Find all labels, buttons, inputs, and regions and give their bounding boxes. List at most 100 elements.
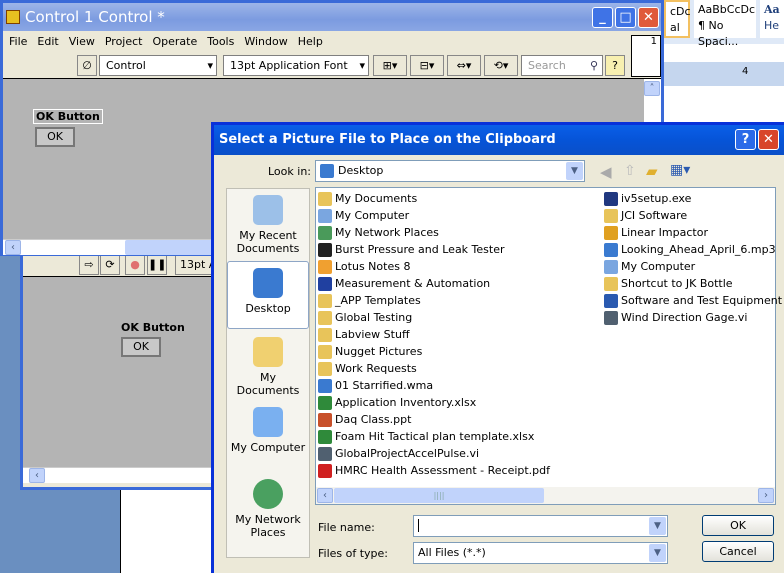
file-item[interactable]: GlobalProjectAccelPulse.vi [318, 445, 550, 462]
place-my-documents[interactable]: My Documents [227, 337, 309, 397]
scroll-left-icon[interactable]: ‹ [29, 468, 45, 483]
pause-icon[interactable]: ❚❚ [147, 254, 167, 275]
font-select[interactable]: 13pt Application Font ▾ [223, 55, 369, 76]
close-button[interactable]: ✕ [638, 7, 659, 28]
style-no-spacing[interactable]: AaBbCcDc ¶ No Spaci... [694, 0, 756, 48]
help-button[interactable]: ? [605, 55, 625, 76]
place-my-network-places[interactable]: My Network Places [227, 479, 309, 539]
horizontal-scrollbar[interactable]: ‹ [23, 467, 217, 483]
file-item[interactable]: Labview Stuff [318, 326, 550, 343]
file-name: Labview Stuff [335, 328, 410, 341]
search-input[interactable]: Search ⚲ [521, 55, 603, 76]
place-my-recent-documents[interactable]: My Recent Documents [227, 195, 309, 255]
control-type-select[interactable]: Control ▾ [99, 55, 217, 76]
menu-window[interactable]: Window [244, 35, 287, 49]
file-item[interactable]: Wind Direction Gage.vi [604, 309, 784, 326]
menu-file[interactable]: File [9, 35, 27, 49]
menu-operate[interactable]: Operate [152, 35, 197, 49]
file-name: Measurement & Automation [335, 277, 491, 290]
file-item[interactable]: Foam Hit Tactical plan template.xlsx [318, 428, 550, 445]
file-item[interactable]: Software and Test Equipment D [604, 292, 784, 309]
file-item[interactable]: Shortcut to JK Bottle [604, 275, 784, 292]
reorder-icon[interactable]: ⟲▾ [484, 55, 518, 76]
abort-icon[interactable]: ● [125, 254, 145, 275]
ok-button-control[interactable]: OK [35, 127, 75, 147]
file-item[interactable]: Lotus Notes 8 [318, 258, 550, 275]
scroll-right-icon[interactable]: › [758, 488, 774, 503]
edit-text-icon[interactable]: ∅ [77, 55, 97, 76]
ok-button-control[interactable]: OK [121, 337, 161, 357]
file-item[interactable]: My Documents [318, 190, 550, 207]
new-folder-icon[interactable]: ▰ [646, 162, 658, 180]
run-continuously-icon[interactable]: ⟳ [100, 254, 120, 275]
menu-tools[interactable]: Tools [207, 35, 234, 49]
connector-pane-icon[interactable]: 1 [631, 35, 661, 77]
control-type-value: Control [106, 59, 146, 72]
file-item[interactable]: Global Testing [318, 309, 550, 326]
menu-help[interactable]: Help [298, 35, 323, 49]
style-normal[interactable]: cDc al [664, 0, 691, 38]
dropdown-arrow-icon: ▾ [359, 59, 365, 72]
file-item[interactable]: _APP Templates [318, 292, 550, 309]
file-item[interactable]: Application Inventory.xlsx [318, 394, 550, 411]
file-name: Application Inventory.xlsx [335, 396, 477, 409]
resize-objects-icon[interactable]: ⇔▾ [447, 55, 481, 76]
file-item[interactable]: Burst Pressure and Leak Tester [318, 241, 550, 258]
file-item[interactable]: HMRC Health Assessment - Receipt.pdf [318, 462, 550, 479]
scroll-left-icon[interactable]: ‹ [5, 240, 21, 255]
distribute-objects-icon[interactable]: ⊟▾ [410, 55, 444, 76]
align-objects-icon[interactable]: ⊞▾ [373, 55, 407, 76]
file-item[interactable]: Measurement & Automation [318, 275, 550, 292]
file-item[interactable]: iv5setup.exe [604, 190, 784, 207]
look-in-select[interactable]: Desktop ▼ [315, 160, 585, 182]
file-name-input[interactable]: ▼ [413, 515, 668, 537]
place-desktop[interactable]: Desktop [227, 261, 309, 329]
scroll-left-icon[interactable]: ‹ [317, 488, 333, 503]
file-item[interactable]: My Computer [318, 207, 550, 224]
file-item[interactable]: 01 Starrified.wma [318, 377, 550, 394]
file-item[interactable]: Work Requests [318, 360, 550, 377]
run-arrow-icon[interactable]: ⇨ [79, 254, 99, 275]
file-name: Lotus Notes 8 [335, 260, 411, 273]
back-icon[interactable]: ◀ [600, 163, 612, 181]
scroll-thumb[interactable]: |||| [334, 488, 544, 503]
file-item[interactable]: Nugget Pictures [318, 343, 550, 360]
scroll-thumb[interactable] [125, 240, 225, 255]
dropdown-arrow-icon[interactable]: ▼ [649, 517, 666, 535]
up-folder-icon[interactable]: ⇧ [624, 163, 636, 179]
dialog-title-bar: Select a Picture File to Place on the Cl… [214, 125, 784, 155]
file-item[interactable]: Daq Class.ppt [318, 411, 550, 428]
place-my-computer[interactable]: My Computer [227, 407, 309, 454]
cancel-button[interactable]: Cancel [702, 541, 774, 562]
minimize-button[interactable]: _ [592, 7, 613, 28]
desktop-icon [320, 164, 334, 178]
window-title: Control 1 Control * [25, 8, 165, 26]
help-button[interactable]: ? [735, 129, 756, 150]
file-item[interactable]: JCI Software [604, 207, 784, 224]
dropdown-arrow-icon[interactable]: ▼ [566, 162, 583, 180]
file-item[interactable]: My Network Places [318, 224, 550, 241]
search-icon[interactable]: ⚲ [590, 56, 598, 75]
view-menu-icon[interactable]: ▦▾ [670, 162, 690, 178]
powerpoint-icon [318, 412, 332, 427]
dropdown-arrow-icon[interactable]: ▼ [649, 544, 666, 562]
dropdown-arrow-icon: ▾ [207, 59, 213, 72]
scroll-up-icon[interactable]: ˄ [644, 81, 660, 96]
word-icon [604, 293, 618, 308]
file-type-select[interactable]: All Files (*.*) ▼ [413, 542, 668, 564]
style-heading[interactable]: Aa He [760, 0, 784, 38]
desktop-icon [253, 268, 283, 298]
menu-view[interactable]: View [69, 35, 95, 49]
file-item[interactable]: Linear Impactor [604, 224, 784, 241]
ok-button[interactable]: OK [702, 515, 774, 536]
menu-project[interactable]: Project [105, 35, 143, 49]
file-item[interactable]: My Computer [604, 258, 784, 275]
file-name: Shortcut to JK Bottle [621, 277, 733, 290]
close-button[interactable]: ✕ [758, 129, 779, 150]
menu-edit[interactable]: Edit [37, 35, 58, 49]
style-preview: AaBbCcDc [698, 3, 756, 16]
maximize-button[interactable]: □ [615, 7, 636, 28]
horizontal-scrollbar[interactable]: ‹ |||| › [316, 487, 775, 504]
file-item[interactable]: Looking_Ahead_April_6.mp3 [604, 241, 784, 258]
file-name: 01 Starrified.wma [335, 379, 434, 392]
